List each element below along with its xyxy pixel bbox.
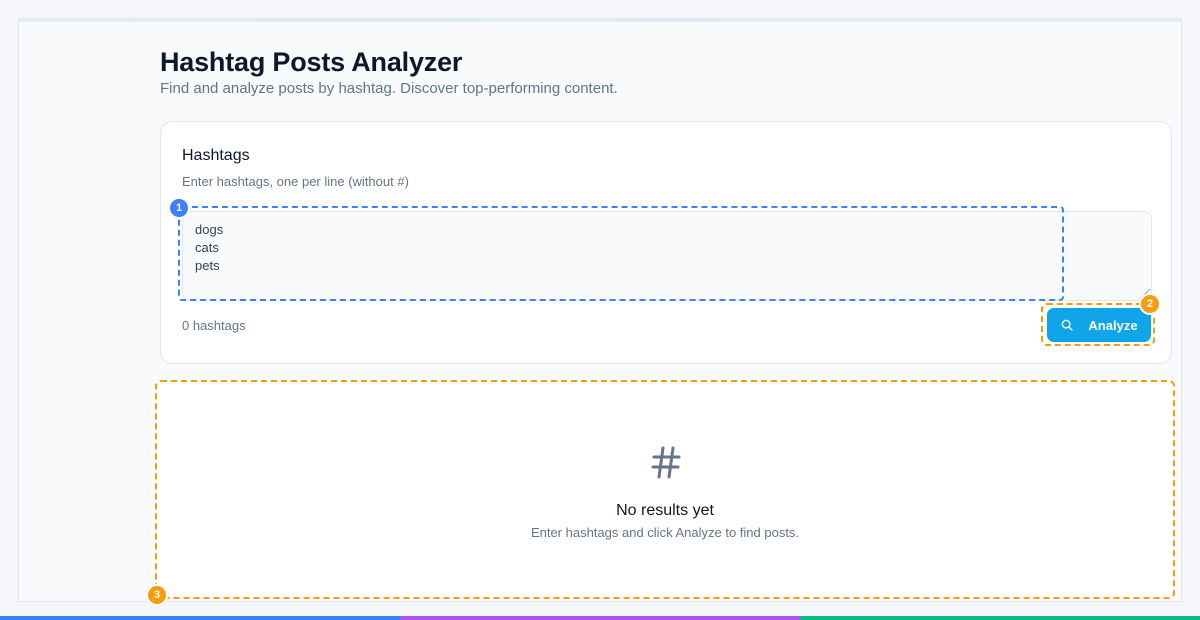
bottom-bar-segment (800, 616, 1200, 620)
hashtags-hint: Enter hashtags, one per line (without #) (182, 174, 409, 189)
highlight-analyze-button (1041, 303, 1155, 346)
page-subtitle: Find and analyze posts by hashtag. Disco… (160, 80, 618, 97)
highlight-results (155, 380, 1175, 599)
page-title: Hashtag Posts Analyzer (160, 47, 463, 77)
marker-1: 1 (168, 197, 190, 219)
top-strip (19, 19, 1181, 22)
bottom-bar-segment (400, 616, 800, 620)
highlight-textarea (178, 206, 1064, 301)
bottom-bar-segment (0, 616, 400, 620)
marker-3: 3 (146, 584, 168, 606)
hashtags-card-title: Hashtags (182, 147, 250, 164)
marker-2: 2 (1139, 293, 1161, 315)
hashtag-count: 0 hashtags (182, 318, 246, 333)
bottom-progress-bar (0, 616, 1200, 620)
